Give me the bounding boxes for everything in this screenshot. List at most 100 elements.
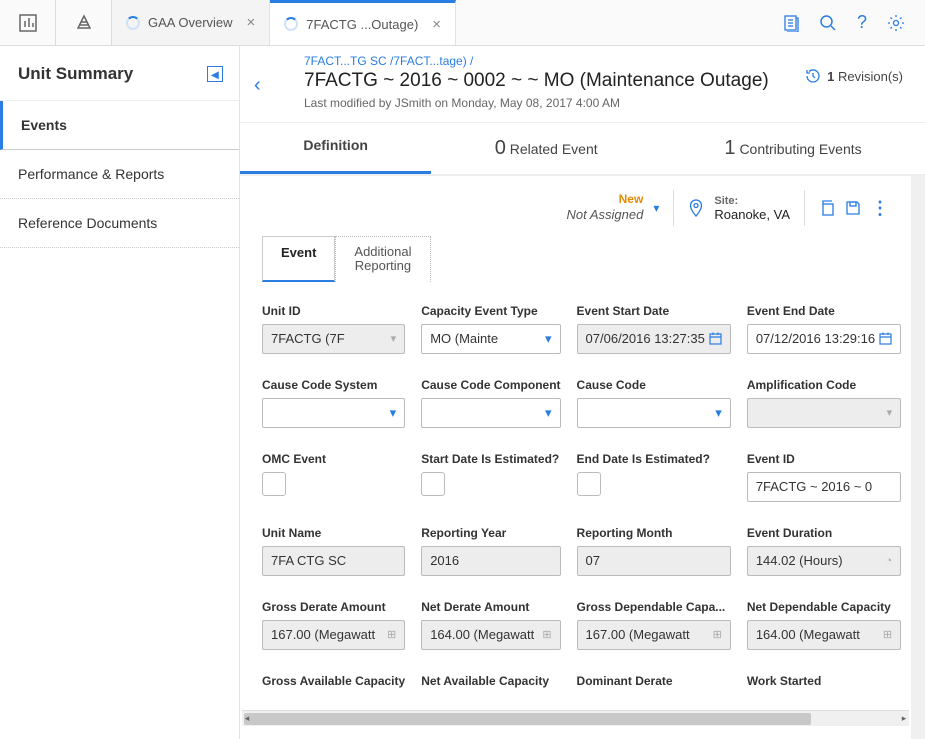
- save-icon[interactable]: [845, 200, 861, 216]
- reporting-month-value: 07: [586, 553, 600, 568]
- chevron-down-icon: ▾: [887, 406, 893, 419]
- event-end-input[interactable]: 07/12/2016 13:29:16: [747, 324, 901, 354]
- gross-dep-cap-label: Gross Dependable Capa...: [577, 600, 731, 614]
- sidebar-item-events[interactable]: Events: [0, 101, 239, 150]
- work-started-label: Work Started: [747, 674, 901, 688]
- gross-derate-value: 167.00 (Megawatt: [271, 627, 375, 642]
- cause-code-system-select[interactable]: ▾: [262, 398, 405, 428]
- calendar-icon[interactable]: [709, 332, 722, 345]
- unit-name-input: 7FA CTG SC: [262, 546, 405, 576]
- amplification-code-select[interactable]: ▾: [747, 398, 901, 428]
- dominant-derate-label: Dominant Derate: [577, 674, 731, 688]
- event-start-label: Event Start Date: [577, 304, 731, 318]
- net-derate-value: 164.00 (Megawatt: [430, 627, 534, 642]
- vertical-scrollbar[interactable]: [911, 176, 925, 739]
- sidebar-item-label: Reference Documents: [18, 215, 157, 231]
- event-duration-label: Event Duration: [747, 526, 901, 540]
- start-est-label: Start Date Is Estimated?: [421, 452, 560, 466]
- event-start-input[interactable]: 07/06/2016 13:27:35: [577, 324, 731, 354]
- net-dep-cap-input: 164.00 (Megawatt ⊞: [747, 620, 901, 650]
- end-est-checkbox[interactable]: [577, 472, 601, 496]
- event-id-value: 7FACTG ~ 2016 ~ 0: [756, 479, 872, 494]
- copy-icon[interactable]: [819, 200, 835, 216]
- gross-dep-cap-value: 167.00 (Megawatt: [586, 627, 690, 642]
- horizontal-scrollbar[interactable]: ◂▸: [242, 710, 909, 726]
- tab-label: GAA Overview: [148, 15, 233, 30]
- gauge-icon: ◔: [885, 555, 892, 567]
- related-count: 0: [495, 137, 506, 159]
- hierarchy-icon-button[interactable]: [56, 0, 112, 45]
- unit-icon: ⊞: [542, 628, 551, 641]
- event-id-label: Event ID: [747, 452, 901, 466]
- subtab-event[interactable]: Event: [262, 236, 335, 282]
- dashboard-icon-button[interactable]: [0, 0, 56, 45]
- omc-event-label: OMC Event: [262, 452, 405, 466]
- search-icon[interactable]: [819, 14, 837, 32]
- tab-label: 7FACTG ...Outage): [306, 17, 418, 32]
- subtab-additional-reporting[interactable]: Additional Reporting: [335, 236, 430, 282]
- clipboard-icon[interactable]: [783, 14, 799, 32]
- cause-code-select[interactable]: ▾: [577, 398, 731, 428]
- net-avail-cap-label: Net Available Capacity: [421, 674, 560, 688]
- close-icon[interactable]: ×: [432, 16, 441, 33]
- unit-id-value: 7FACTG (7F: [271, 331, 345, 346]
- net-derate-label: Net Derate Amount: [421, 600, 560, 614]
- cause-code-component-select[interactable]: ▾: [421, 398, 560, 428]
- assignment-status: Not Assigned: [566, 207, 643, 222]
- sidebar-item-performance[interactable]: Performance & Reports: [0, 150, 239, 199]
- tab-definition[interactable]: Definition: [240, 123, 431, 174]
- revisions-link[interactable]: 1 Revision(s): [805, 68, 903, 84]
- chevron-down-icon: ▾: [715, 405, 722, 421]
- event-end-label: Event End Date: [747, 304, 901, 318]
- event-start-value: 07/06/2016 13:27:35: [586, 331, 705, 346]
- unit-name-value: 7FA CTG SC: [271, 553, 346, 568]
- cause-code-label: Cause Code: [577, 378, 731, 392]
- contrib-count: 1: [724, 137, 735, 159]
- chevron-down-icon[interactable]: ▾: [653, 201, 659, 215]
- contrib-label: Contributing Events: [739, 141, 861, 157]
- sidebar-item-label: Performance & Reports: [18, 166, 164, 182]
- hierarchy-icon: [75, 14, 93, 32]
- unit-icon: ⊞: [387, 628, 396, 641]
- tab-gaa-overview[interactable]: GAA Overview ×: [112, 0, 270, 45]
- help-icon[interactable]: ?: [857, 12, 867, 33]
- unit-icon: ⊞: [883, 628, 892, 641]
- tab-contributing-events[interactable]: 1 Contributing Events: [661, 123, 925, 174]
- chevron-down-icon: ▾: [545, 331, 552, 347]
- start-est-checkbox[interactable]: [421, 472, 445, 496]
- chevron-down-icon: ▾: [391, 332, 397, 345]
- breadcrumb[interactable]: 7FACT...TG SC /7FACT...tage) /: [264, 54, 901, 68]
- site-value: Roanoke, VA: [714, 207, 790, 222]
- calendar-icon[interactable]: [879, 332, 892, 345]
- net-derate-input: 164.00 (Megawatt ⊞: [421, 620, 560, 650]
- tab-outage[interactable]: 7FACTG ...Outage) ×: [270, 0, 456, 45]
- back-arrow-icon[interactable]: ‹: [254, 74, 261, 97]
- last-modified-text: Last modified by JSmith on Monday, May 0…: [264, 96, 901, 110]
- spinner-icon: [284, 17, 298, 31]
- reporting-year-input: 2016: [421, 546, 560, 576]
- unit-id-select[interactable]: 7FACTG (7F ▾: [262, 324, 405, 354]
- end-est-label: End Date Is Estimated?: [577, 452, 731, 466]
- kebab-menu-icon[interactable]: ⋮: [871, 198, 889, 219]
- net-dep-cap-value: 164.00 (Megawatt: [756, 627, 860, 642]
- capacity-event-type-select[interactable]: MO (Mainte ▾: [421, 324, 560, 354]
- gross-derate-label: Gross Derate Amount: [262, 600, 405, 614]
- unit-id-label: Unit ID: [262, 304, 405, 318]
- revisions-count: 1: [827, 69, 834, 84]
- subtab-line2: Reporting: [354, 259, 411, 273]
- settings-gear-icon[interactable]: [887, 14, 905, 32]
- event-end-value: 07/12/2016 13:29:16: [756, 331, 875, 346]
- close-icon[interactable]: ×: [247, 14, 256, 31]
- collapse-sidebar-icon[interactable]: ◂: [207, 66, 223, 82]
- reporting-year-label: Reporting Year: [421, 526, 560, 540]
- gross-derate-input: 167.00 (Megawatt ⊞: [262, 620, 405, 650]
- chevron-down-icon: ▾: [390, 405, 397, 421]
- sidebar-item-reference-docs[interactable]: Reference Documents: [0, 199, 239, 248]
- dashboard-icon: [19, 14, 37, 32]
- spinner-icon: [126, 16, 140, 30]
- event-id-input[interactable]: 7FACTG ~ 2016 ~ 0: [747, 472, 901, 502]
- omc-event-checkbox[interactable]: [262, 472, 286, 496]
- capacity-event-type-value: MO (Mainte: [430, 331, 498, 346]
- tab-related-event[interactable]: 0 Related Event: [431, 123, 661, 174]
- revisions-label: Revision(s): [838, 69, 903, 84]
